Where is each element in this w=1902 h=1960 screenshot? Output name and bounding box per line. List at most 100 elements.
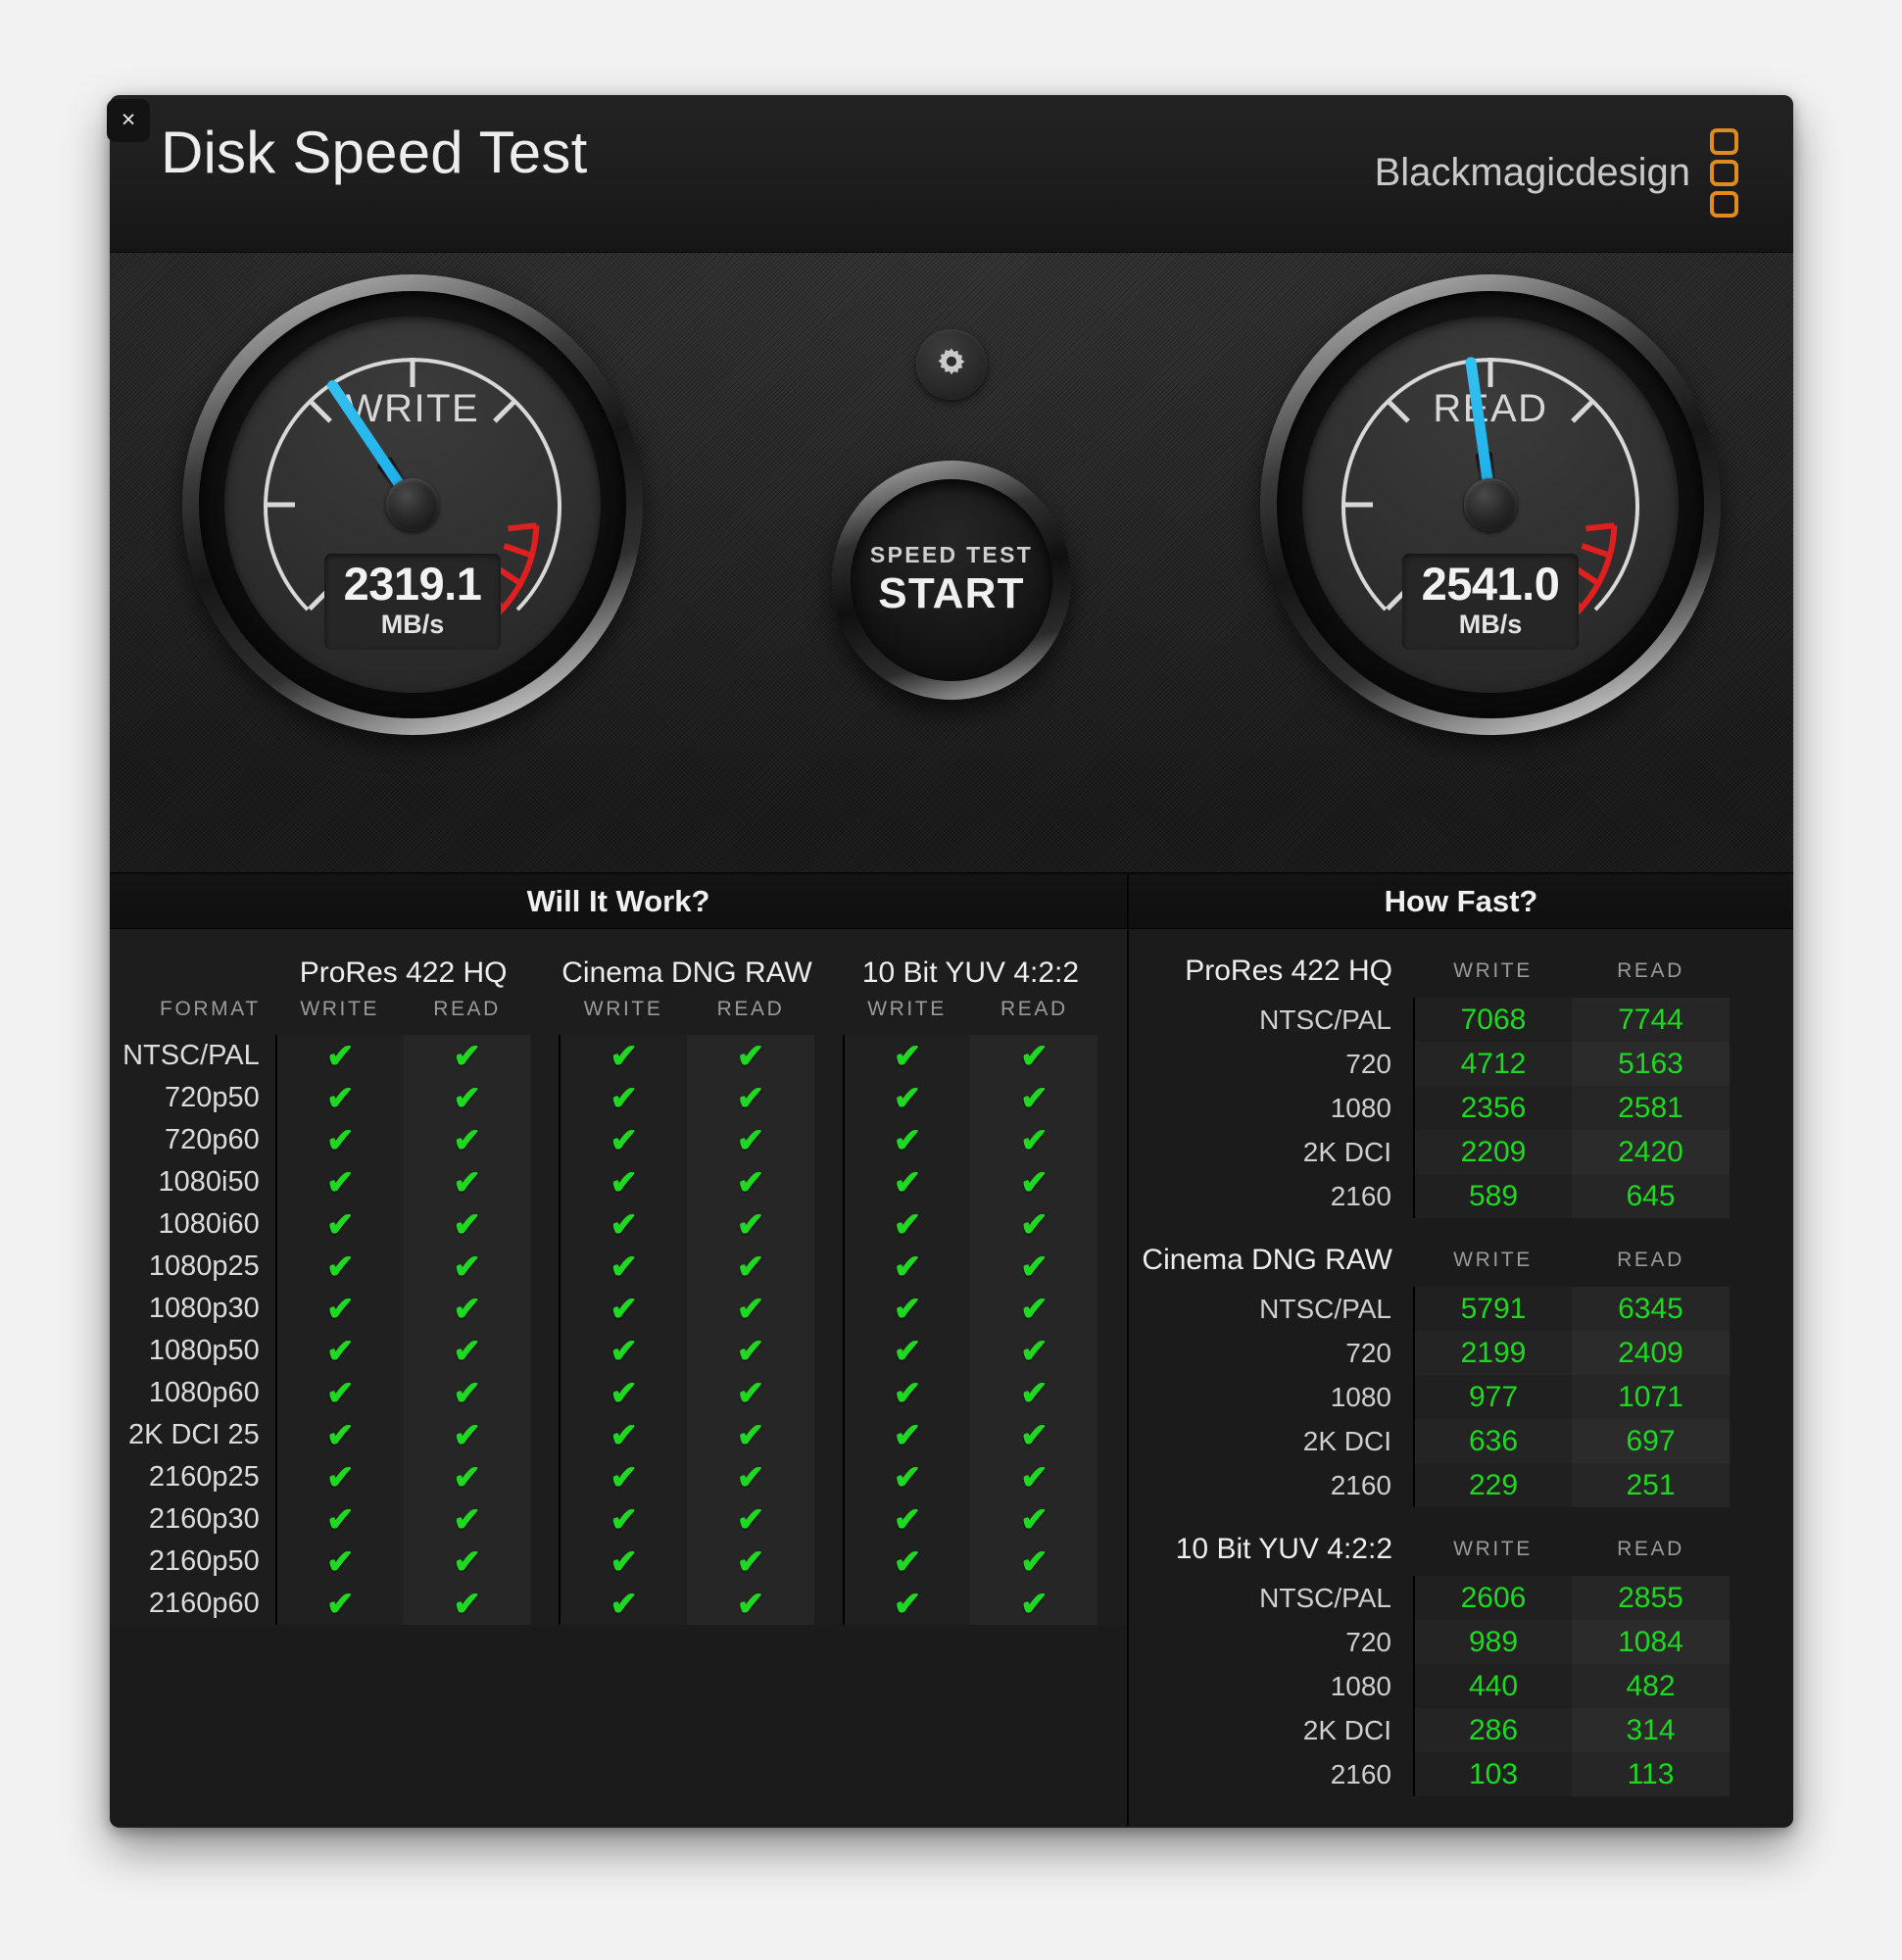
checkmark-icon: ✔ xyxy=(610,1585,638,1623)
checkmark-icon: ✔ xyxy=(610,1374,638,1412)
format-label: 2160p50 xyxy=(110,1541,276,1583)
write-readout: 2319.1 MB/s xyxy=(324,554,501,650)
checkmark-icon: ✔ xyxy=(325,1543,355,1581)
compatibility-cell: ✔ xyxy=(842,1203,971,1246)
read-gauge: READ 2541.0 MB/s xyxy=(1260,274,1721,735)
write-speed-value: 977 xyxy=(1413,1375,1572,1419)
read-unit: MB/s xyxy=(1458,609,1523,639)
resolution-label: NTSC/PAL xyxy=(1259,1582,1391,1613)
compatibility-cell: ✔ xyxy=(274,1583,404,1625)
spacer-cell xyxy=(1730,1375,1792,1419)
checkmark-icon: ✔ xyxy=(610,1248,638,1286)
start-button-sublabel: SPEED TEST xyxy=(869,542,1034,567)
compatibility-cell: ✔ xyxy=(559,1498,688,1541)
compatibility-cell: ✔ xyxy=(274,1414,404,1456)
write-speed-value: 5791 xyxy=(1413,1287,1572,1331)
close-button[interactable]: × xyxy=(107,99,150,142)
checkmark-icon: ✔ xyxy=(610,1332,638,1370)
checkmark-icon: ✔ xyxy=(1020,1500,1049,1539)
how-fast-table-body: NTSC/PAL 7068 7744 720 4712 5163 1080 2356 2581 2… xyxy=(1129,998,1792,1218)
write-speed-value: 229 xyxy=(1413,1463,1572,1507)
checkmark-icon: ✔ xyxy=(453,1458,481,1496)
column-gap xyxy=(1097,1246,1127,1288)
resolution-label: 2K DCI xyxy=(1302,1425,1391,1456)
read-speed-value: 6345 xyxy=(1572,1287,1730,1331)
spacer-cell xyxy=(1730,1463,1792,1507)
column-gap xyxy=(1097,1330,1127,1372)
resolution-label: 2160 xyxy=(1330,1180,1391,1211)
checkmark-icon: ✔ xyxy=(453,1205,481,1244)
settings-button[interactable] xyxy=(916,329,987,400)
table-row: 2160p25 ✔ ✔ ✔ ✔ ✔ ✔ xyxy=(110,1456,1127,1498)
how-fast-header-row: Cinema DNG RAW WRITE READ xyxy=(1129,1218,1792,1287)
table-row: 2160p60 ✔ ✔ ✔ ✔ ✔ ✔ xyxy=(110,1583,1127,1625)
read-speed-value: 482 xyxy=(1572,1664,1730,1708)
compatibility-cell: ✔ xyxy=(559,1456,688,1498)
table-row: 2160p30 ✔ ✔ ✔ ✔ ✔ ✔ xyxy=(110,1498,1127,1541)
checkmark-icon: ✔ xyxy=(453,1079,481,1117)
how-fast-write-header: WRITE xyxy=(1453,1249,1533,1271)
checkmark-icon: ✔ xyxy=(610,1543,638,1581)
checkmark-icon: ✔ xyxy=(325,1037,355,1075)
column-gap xyxy=(1097,1541,1127,1583)
checkmark-icon: ✔ xyxy=(736,1248,765,1286)
write-speed-value: 440 xyxy=(1413,1664,1572,1708)
read-speed-value: 113 xyxy=(1572,1752,1730,1796)
column-gap xyxy=(813,1203,844,1246)
table-row: 1080p30 ✔ ✔ ✔ ✔ ✔ ✔ xyxy=(110,1288,1127,1330)
spacer-cell xyxy=(1730,1218,1792,1287)
resolution-label: 2160 xyxy=(1330,1469,1391,1500)
how-fast-sections: ProRes 422 HQ WRITE READ NTSC/PAL 7068 7744 72… xyxy=(1129,929,1793,1796)
write-speed-value: 589 xyxy=(1413,1174,1572,1218)
read-speed-value: 2409 xyxy=(1572,1331,1730,1375)
checkmark-icon: ✔ xyxy=(453,1163,481,1201)
checkmark-icon: ✔ xyxy=(325,1332,355,1370)
format-label: 2160p30 xyxy=(110,1498,276,1541)
column-gap xyxy=(813,1077,844,1119)
spacer-cell xyxy=(1730,1664,1792,1708)
checkmark-icon: ✔ xyxy=(453,1500,481,1539)
resolution-label: 1080 xyxy=(1330,1092,1391,1123)
will-it-work-table: ProRes 422 HQ Cinema DNG RAW 10 Bit YUV … xyxy=(110,929,1127,1625)
format-label: 1080i50 xyxy=(110,1161,276,1203)
spacer-cell xyxy=(1730,1419,1792,1463)
compatibility-cell: ✔ xyxy=(687,1288,814,1330)
resolution-label: NTSC/PAL xyxy=(1259,1004,1391,1035)
compatibility-cell: ✔ xyxy=(403,1498,531,1541)
column-gap xyxy=(1097,1161,1127,1203)
spacer-cell xyxy=(1730,1042,1792,1086)
speed-test-start-button[interactable]: SPEED TEST START xyxy=(832,461,1071,700)
spacer-cell xyxy=(814,992,844,1035)
read-speed-value: 5163 xyxy=(1572,1042,1730,1086)
spacer-cell xyxy=(1730,1086,1792,1130)
compatibility-cell: ✔ xyxy=(403,1541,531,1583)
column-gap xyxy=(1097,1035,1127,1077)
compatibility-cell: ✔ xyxy=(403,1330,531,1372)
format-label: 1080p60 xyxy=(110,1372,276,1414)
table-row: 1080i60 ✔ ✔ ✔ ✔ ✔ ✔ xyxy=(110,1203,1127,1246)
checkmark-icon: ✔ xyxy=(893,1374,922,1412)
compatibility-cell: ✔ xyxy=(559,1161,688,1203)
checkmark-icon: ✔ xyxy=(1020,1121,1049,1159)
table-row: 2K DCI 25 ✔ ✔ ✔ ✔ ✔ ✔ xyxy=(110,1414,1127,1456)
checkmark-icon: ✔ xyxy=(893,1163,922,1201)
column-gap xyxy=(1097,1456,1127,1498)
column-gap xyxy=(530,1246,561,1288)
table-row: 720p50 ✔ ✔ ✔ ✔ ✔ ✔ xyxy=(110,1077,1127,1119)
how-fast-table-body: NTSC/PAL 2606 2855 720 989 1084 1080 440 482 2K D… xyxy=(1129,1576,1792,1796)
checkmark-icon: ✔ xyxy=(610,1500,638,1539)
compatibility-cell: ✔ xyxy=(970,1330,1098,1372)
how-fast-table-header: Cinema DNG RAW WRITE READ xyxy=(1129,1218,1792,1287)
checkmark-icon: ✔ xyxy=(1020,1458,1049,1496)
table-row: NTSC/PAL 7068 7744 xyxy=(1129,998,1792,1042)
checkmark-icon: ✔ xyxy=(1020,1290,1049,1328)
column-gap xyxy=(813,1288,844,1330)
checkmark-icon: ✔ xyxy=(736,1163,765,1201)
spacer-cell xyxy=(814,929,844,992)
sub-header-prores-write: WRITE xyxy=(275,992,404,1035)
read-value: 2541.0 xyxy=(1421,558,1560,611)
spacer-cell xyxy=(1730,1287,1792,1331)
spacer-cell xyxy=(1730,1174,1792,1218)
table-row: 2K DCI 286 314 xyxy=(1129,1708,1792,1752)
compatibility-cell: ✔ xyxy=(687,1372,814,1414)
